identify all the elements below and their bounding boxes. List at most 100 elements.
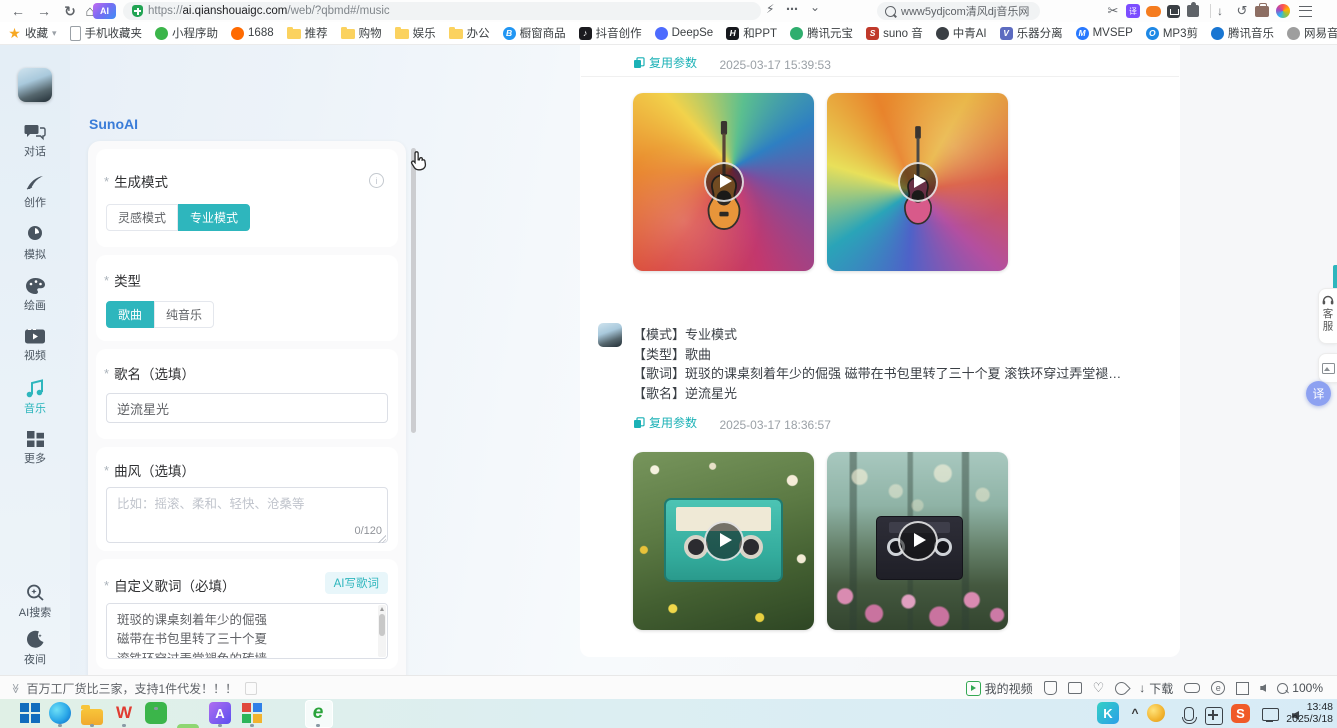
games-icon[interactable] bbox=[1144, 3, 1162, 19]
browser-search-box[interactable]: www5ydjcom清风dj音乐网 bbox=[877, 2, 1040, 20]
bookmark-item[interactable]: B橱窗商品 bbox=[503, 25, 566, 41]
more-options-icon[interactable] bbox=[786, 2, 798, 16]
reading-mode-icon[interactable] bbox=[1164, 3, 1182, 19]
taskbar-clock[interactable]: 13:48 2025/3/18 bbox=[1286, 702, 1333, 725]
tray-microphone-icon[interactable] bbox=[1178, 702, 1200, 724]
tray-network-icon[interactable] bbox=[1260, 702, 1282, 724]
sidebar-item-draw[interactable]: 绘画 bbox=[0, 277, 70, 313]
bookmark-item[interactable]: Ssuno 音 bbox=[866, 25, 923, 41]
mute-button[interactable] bbox=[1260, 684, 1266, 692]
sidebar-item-music[interactable]: 音乐 bbox=[0, 379, 70, 416]
collapse-icon[interactable] bbox=[810, 0, 820, 14]
ie-mode-button[interactable]: e bbox=[1211, 681, 1225, 695]
tray-sogou-icon[interactable] bbox=[1231, 704, 1250, 723]
download-button[interactable]: 下载 bbox=[1139, 680, 1173, 697]
collapse-chevron-icon[interactable] bbox=[10, 683, 21, 693]
start-button[interactable] bbox=[19, 702, 41, 724]
favorite-button[interactable] bbox=[1093, 680, 1105, 696]
taskbar-ie-icon[interactable] bbox=[307, 702, 329, 724]
my-videos-button[interactable]: 我的视频 bbox=[966, 680, 1033, 697]
tray-input-method-icon[interactable] bbox=[1203, 702, 1225, 724]
bookmark-item[interactable]: 中青AI bbox=[936, 25, 987, 41]
type-option-instrumental[interactable]: 纯音乐 bbox=[154, 301, 214, 328]
ai-write-lyrics-button[interactable]: AI写歌词 bbox=[325, 572, 388, 594]
album-art-cassette-1[interactable] bbox=[633, 452, 814, 630]
snapshot-button[interactable] bbox=[1068, 682, 1082, 694]
sidebar-item-simulate[interactable]: 模拟 bbox=[0, 225, 70, 262]
song-name-input[interactable] bbox=[106, 393, 388, 423]
bookmark-item[interactable]: H和PPT bbox=[726, 25, 777, 41]
address-bar[interactable]: https://ai.qianshouaigc.com/web/?qbmd#/m… bbox=[123, 2, 761, 20]
ai-assistant-icon[interactable]: AI bbox=[93, 3, 116, 19]
forward-icon[interactable] bbox=[34, 1, 54, 21]
window-button[interactable] bbox=[1236, 682, 1249, 695]
bookmark-item[interactable]: DeepSe bbox=[655, 27, 714, 40]
bookmark-item[interactable]: 抖音创作 bbox=[579, 25, 642, 41]
reload-icon[interactable] bbox=[60, 1, 80, 21]
translate-extension-icon[interactable]: 译 bbox=[1124, 3, 1142, 19]
workspace-icon[interactable] bbox=[1253, 3, 1271, 19]
mode-option-inspiration[interactable]: 灵感模式 bbox=[106, 204, 178, 231]
style-textarea[interactable] bbox=[106, 487, 388, 543]
taskbar-wechat-icon[interactable] bbox=[145, 702, 167, 724]
reuse-params-link[interactable]: 复用参数 bbox=[633, 414, 697, 431]
bookmark-item[interactable]: 1688 bbox=[231, 27, 274, 40]
album-art-guitar-1[interactable] bbox=[633, 93, 814, 271]
play-button[interactable] bbox=[898, 521, 938, 561]
play-button[interactable] bbox=[704, 521, 744, 561]
bookmark-folder[interactable]: 购物 bbox=[341, 25, 382, 41]
translate-float-button[interactable]: 译 bbox=[1306, 381, 1331, 406]
security-button[interactable] bbox=[1044, 681, 1057, 695]
album-art-cassette-2[interactable] bbox=[827, 452, 1008, 630]
bookmark-item[interactable]: MMVSEP bbox=[1076, 27, 1133, 40]
reuse-params-link[interactable]: 复用参数 bbox=[633, 54, 697, 71]
bookmark-folder[interactable]: 娱乐 bbox=[395, 25, 436, 41]
panel-scrollbar[interactable] bbox=[411, 148, 416, 433]
bookmark-item[interactable]: 腾讯音乐 bbox=[1211, 25, 1274, 41]
sidebar-item-more[interactable]: 更多 bbox=[0, 430, 70, 466]
user-avatar[interactable] bbox=[18, 68, 52, 102]
downloads-icon[interactable] bbox=[1211, 3, 1229, 19]
boost-button[interactable] bbox=[1115, 682, 1128, 695]
taskbar-edge-icon[interactable] bbox=[49, 702, 71, 724]
customer-service-tab[interactable]: 客服 bbox=[1318, 288, 1337, 344]
info-icon[interactable]: i bbox=[369, 173, 384, 188]
taskbar-explorer-icon[interactable] bbox=[81, 702, 103, 724]
extensions-icon[interactable] bbox=[1184, 3, 1202, 19]
reading-glasses-button[interactable] bbox=[1184, 683, 1200, 693]
resize-handle-icon[interactable] bbox=[378, 535, 386, 543]
sidebar-item-video[interactable]: 视频 bbox=[0, 328, 70, 363]
play-button[interactable] bbox=[704, 162, 744, 202]
taskbar-wps-icon[interactable] bbox=[113, 702, 135, 724]
play-button[interactable] bbox=[898, 162, 938, 202]
sidebar-item-ai-search[interactable]: AI搜索 bbox=[0, 583, 70, 620]
tray-kuaishou-icon[interactable] bbox=[1097, 702, 1119, 724]
menu-icon[interactable] bbox=[1296, 3, 1314, 19]
history-icon[interactable] bbox=[1233, 3, 1251, 19]
tray-expand-icon[interactable] bbox=[1124, 702, 1146, 724]
bookmark-item[interactable]: 小程序助 bbox=[155, 25, 218, 41]
bookmark-folder[interactable]: 推荐 bbox=[287, 25, 328, 41]
type-option-song[interactable]: 歌曲 bbox=[106, 301, 154, 328]
back-icon[interactable] bbox=[8, 1, 28, 21]
album-art-guitar-2[interactable] bbox=[827, 93, 1008, 271]
taskbar-app-grid-icon[interactable] bbox=[241, 702, 263, 724]
bookmark-item[interactable]: 网易音乐 bbox=[1287, 25, 1337, 41]
bookmark-item[interactable]: OMP3剪 bbox=[1146, 25, 1198, 41]
lyrics-textarea[interactable]: 斑驳的课桌刻着年少的倔强 磁带在书包里转了三十个夏 滚铁环穿过弄堂褪色的砖墙 bbox=[106, 603, 388, 659]
profile-avatar-icon[interactable] bbox=[1274, 3, 1292, 19]
lyrics-scrollbar[interactable] bbox=[378, 605, 386, 657]
picture-tool-tab[interactable] bbox=[1318, 353, 1337, 383]
bookmark-folder[interactable]: 办公 bbox=[449, 25, 490, 41]
mode-option-professional[interactable]: 专业模式 bbox=[178, 204, 250, 231]
bookmark-item[interactable]: 手机收藏夹 bbox=[70, 25, 143, 41]
sidebar-item-chat[interactable]: 对话 bbox=[0, 123, 70, 159]
screenshot-icon[interactable] bbox=[1104, 3, 1122, 19]
bookmark-item[interactable]: V乐器分离 bbox=[1000, 25, 1063, 41]
zoom-control[interactable]: 100% bbox=[1277, 681, 1323, 695]
taskbar-recorder-icon[interactable] bbox=[177, 724, 199, 728]
taskbar-ai-app-icon[interactable] bbox=[209, 702, 231, 724]
quick-action-icon[interactable] bbox=[766, 2, 774, 16]
bookmark-favorites[interactable]: 收藏▾ bbox=[8, 25, 57, 41]
sidebar-item-night-mode[interactable]: 夜间 bbox=[0, 630, 70, 667]
